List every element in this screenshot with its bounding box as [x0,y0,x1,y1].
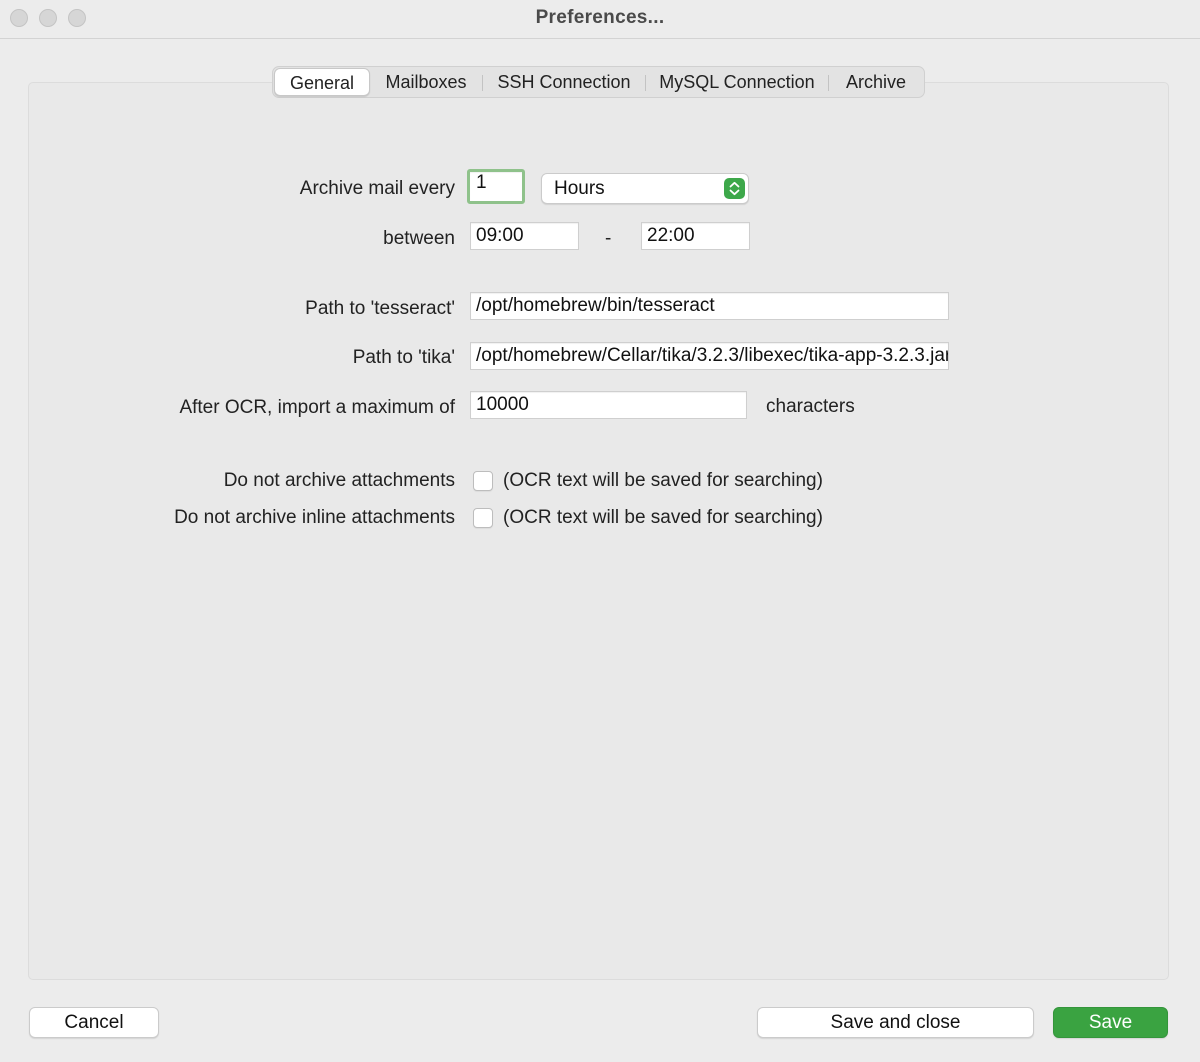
tika-path-input[interactable]: /opt/homebrew/Cellar/tika/3.2.3/libexec/… [470,342,949,370]
tab-content-panel [28,82,1169,980]
window-title: Preferences... [535,7,665,28]
no-attachments-label: Do not archive attachments [223,470,455,491]
no-inline-attachments-checkbox[interactable] [473,508,493,528]
start-time-input[interactable]: 09:00 [470,222,579,250]
interval-unit-select[interactable]: Hours [541,173,749,204]
preferences-window: Preferences... General Mailboxes SSH Con… [0,0,1200,1062]
save-button[interactable]: Save [1053,1007,1168,1038]
chevron-up-down-icon [724,178,745,199]
between-label: between [383,228,455,249]
interval-unit-value: Hours [554,178,605,199]
tab-mailboxes[interactable]: Mailboxes [375,68,477,96]
tab-separator [645,75,646,91]
ocr-max-suffix: characters [766,396,855,417]
tab-general[interactable]: General [274,68,370,96]
end-time-input[interactable]: 22:00 [641,222,750,250]
ocr-max-label: After OCR, import a maximum of [179,397,455,418]
tab-bar: General Mailboxes SSH Connection MySQL C… [272,66,925,98]
title-bar: Preferences... [0,0,1200,39]
tab-archive[interactable]: Archive [833,68,919,96]
ocr-max-input[interactable]: 10000 [470,391,747,419]
tab-separator [828,75,829,91]
time-range-separator: - [605,228,612,249]
tesseract-path-label: Path to 'tesseract' [305,298,455,319]
no-inline-attachments-label: Do not archive inline attachments [174,507,455,528]
tika-path-label: Path to 'tika' [352,347,455,368]
no-attachments-checkbox[interactable] [473,471,493,491]
no-inline-attachments-note: (OCR text will be saved for searching) [503,507,823,528]
archive-every-label: Archive mail every [299,178,455,199]
cancel-button[interactable]: Cancel [29,1007,159,1038]
tesseract-path-input[interactable]: /opt/homebrew/bin/tesseract [470,292,949,320]
tab-separator [482,75,483,91]
archive-interval-input[interactable]: 1 [467,169,525,204]
tab-ssh-connection[interactable]: SSH Connection [487,68,641,96]
no-attachments-note: (OCR text will be saved for searching) [503,470,823,491]
tab-mysql-connection[interactable]: MySQL Connection [650,68,824,96]
save-and-close-button[interactable]: Save and close [757,1007,1034,1038]
